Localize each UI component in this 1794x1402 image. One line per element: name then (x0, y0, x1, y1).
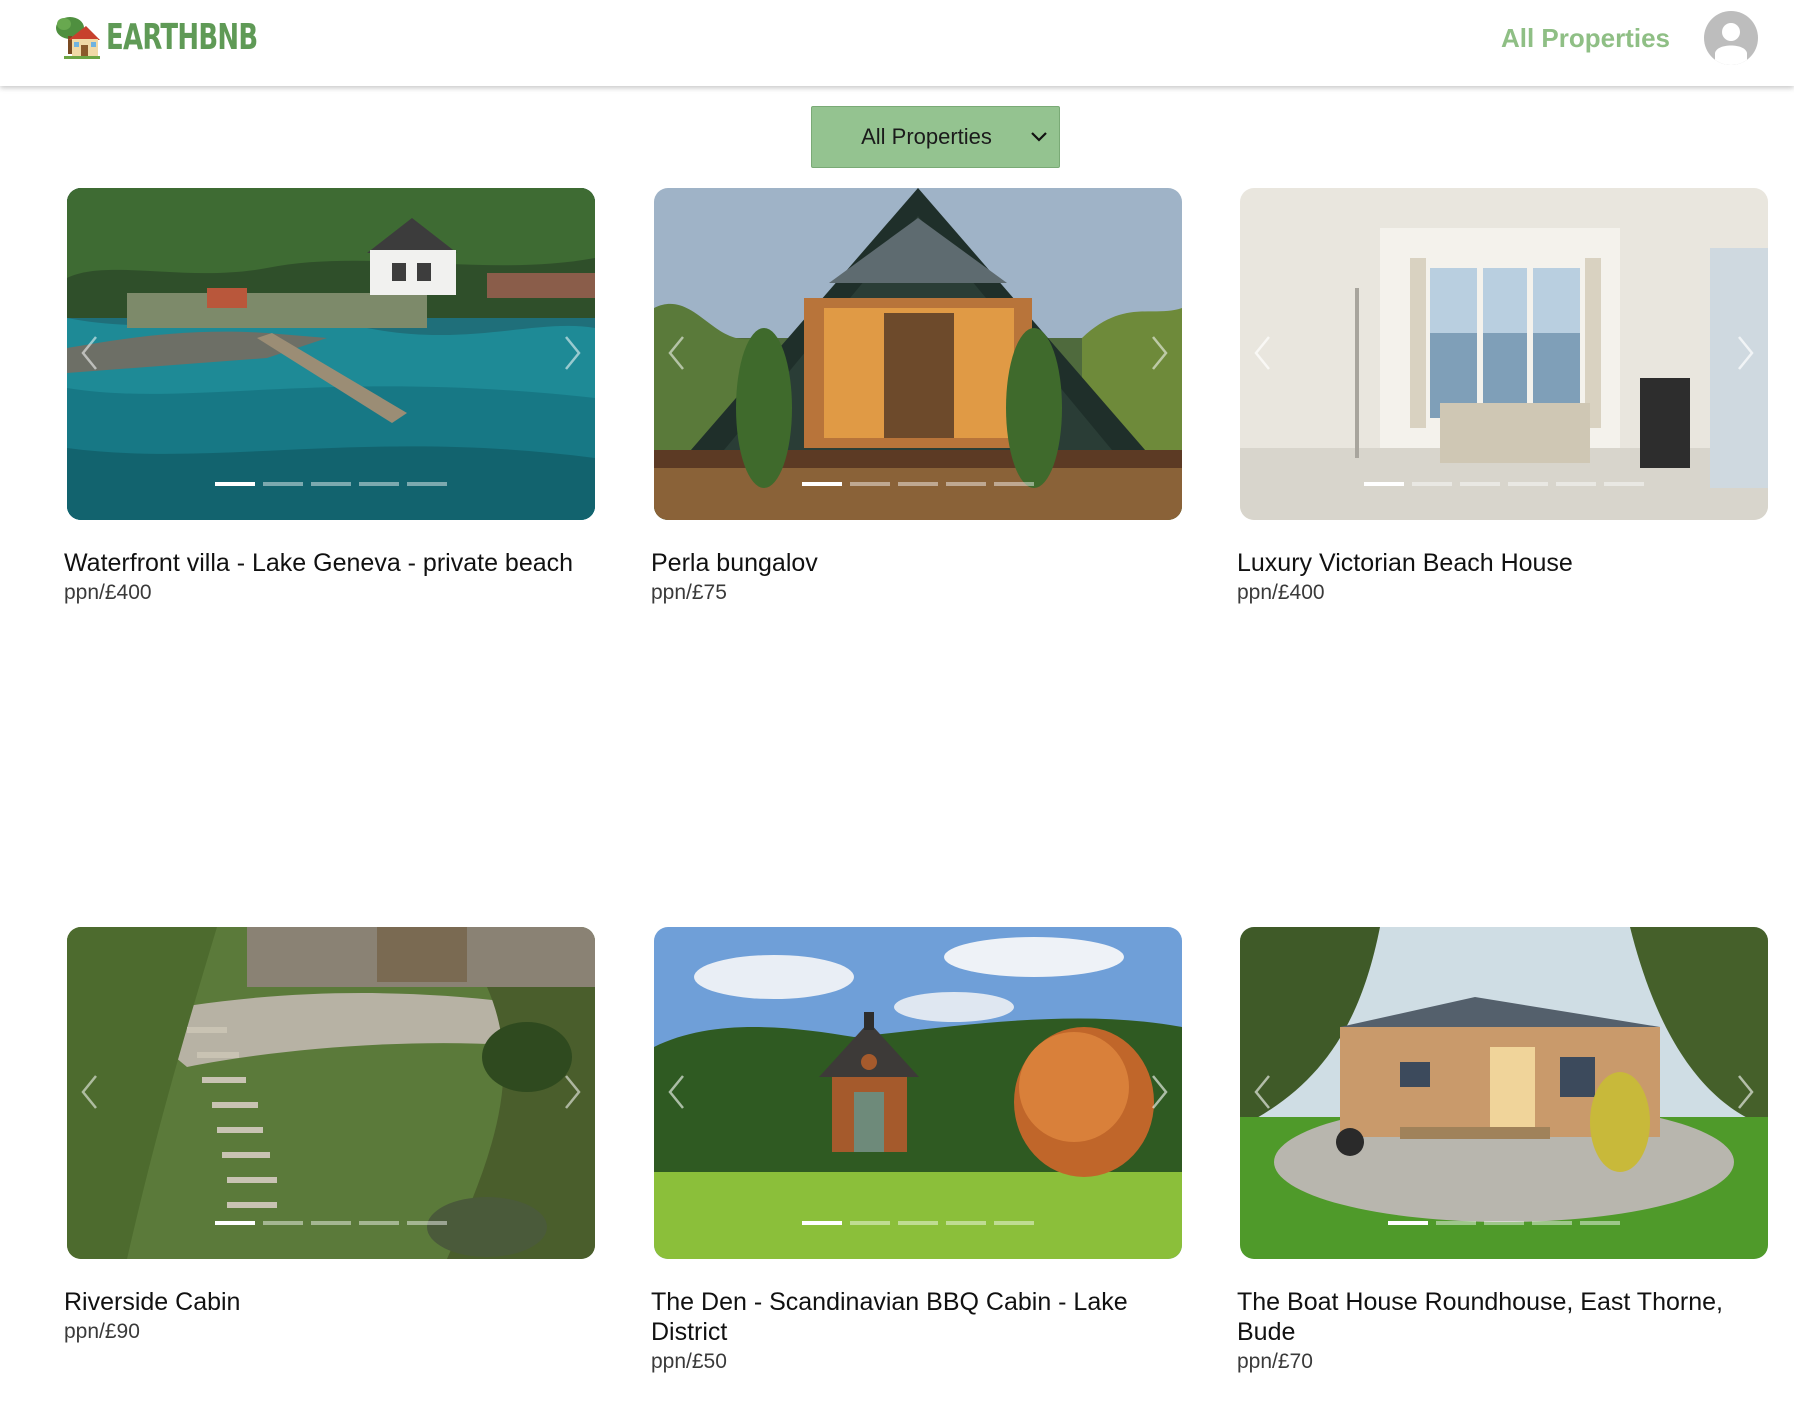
property-photo (67, 188, 595, 520)
carousel-indicators (1240, 1221, 1768, 1225)
property-image-carousel[interactable] (1240, 188, 1768, 520)
carousel-dot[interactable] (1556, 482, 1596, 486)
property-photo (654, 927, 1182, 1259)
chevron-left-icon[interactable] (73, 328, 107, 378)
chevron-down-icon (1019, 131, 1059, 143)
property-price: ppn/£90 (64, 1320, 140, 1343)
chevron-right-icon[interactable] (1728, 328, 1762, 378)
carousel-dot[interactable] (1508, 482, 1548, 486)
property-price: ppn/£400 (64, 581, 152, 604)
property-title[interactable]: Perla bungalov (651, 548, 1182, 578)
carousel-dot[interactable] (994, 482, 1034, 486)
property-image-carousel[interactable] (654, 927, 1182, 1259)
carousel-dot[interactable] (1532, 1221, 1572, 1225)
chevron-left-icon[interactable] (1246, 328, 1280, 378)
chevron-right-icon[interactable] (555, 1067, 589, 1117)
property-image-carousel[interactable] (654, 188, 1182, 520)
carousel-dot[interactable] (1484, 1221, 1524, 1225)
chevron-right-icon[interactable] (1728, 1067, 1762, 1117)
property-card[interactable]: Perla bungalov ppn/£75 (651, 188, 1182, 608)
carousel-indicators (1240, 482, 1768, 486)
property-card[interactable]: Riverside Cabin ppn/£90 (64, 927, 595, 1347)
carousel-dot[interactable] (407, 1221, 447, 1225)
property-card[interactable]: The Den - Scandinavian BBQ Cabin - Lake … (651, 927, 1182, 1377)
carousel-dot[interactable] (311, 1221, 351, 1225)
carousel-dot[interactable] (215, 482, 255, 486)
carousel-dot[interactable] (802, 1221, 842, 1225)
carousel-dot[interactable] (1364, 482, 1404, 486)
chevron-right-icon[interactable] (1142, 1067, 1176, 1117)
carousel-indicators (67, 1221, 595, 1225)
chevron-left-icon[interactable] (73, 1067, 107, 1117)
property-card[interactable]: Luxury Victorian Beach House ppn/£400 (1237, 188, 1768, 608)
property-title[interactable]: Luxury Victorian Beach House (1237, 548, 1768, 578)
carousel-indicators (654, 482, 1182, 486)
carousel-dot[interactable] (946, 482, 986, 486)
property-photo (654, 188, 1182, 520)
carousel-dot[interactable] (850, 1221, 890, 1225)
brand-name: EARTHBNB (106, 16, 258, 58)
property-image-carousel[interactable] (67, 188, 595, 520)
carousel-dot[interactable] (1436, 1221, 1476, 1225)
carousel-dot[interactable] (359, 482, 399, 486)
carousel-dot[interactable] (407, 482, 447, 486)
property-photo (67, 927, 595, 1259)
carousel-dot[interactable] (994, 1221, 1034, 1225)
property-filter-select[interactable]: All Properties (811, 106, 1060, 168)
carousel-dot[interactable] (1460, 482, 1500, 486)
property-photo (1240, 927, 1768, 1259)
chevron-right-icon[interactable] (555, 328, 589, 378)
property-card[interactable]: Waterfront villa - Lake Geneva - private… (64, 188, 595, 608)
house-tree-icon (56, 17, 100, 59)
property-card[interactable]: The Boat House Roundhouse, East Thorne, … (1237, 927, 1768, 1377)
property-title[interactable]: The Boat House Roundhouse, East Thorne, … (1237, 1287, 1768, 1347)
property-price: ppn/£400 (1237, 581, 1325, 604)
property-image-carousel[interactable] (67, 927, 595, 1259)
chevron-left-icon[interactable] (1246, 1067, 1280, 1117)
property-price: ppn/£70 (1237, 1350, 1313, 1373)
carousel-dot[interactable] (215, 1221, 255, 1225)
property-photo (1240, 188, 1768, 520)
nav-all-properties-link[interactable]: All Properties (1501, 23, 1670, 54)
top-navbar: EARTHBNB All Properties (0, 0, 1794, 86)
carousel-dot[interactable] (1604, 482, 1644, 486)
property-price: ppn/£75 (651, 581, 727, 604)
carousel-dot[interactable] (359, 1221, 399, 1225)
property-image-carousel[interactable] (1240, 927, 1768, 1259)
carousel-dot[interactable] (1388, 1221, 1428, 1225)
carousel-dot[interactable] (802, 482, 842, 486)
property-title[interactable]: Waterfront villa - Lake Geneva - private… (64, 548, 595, 578)
carousel-dot[interactable] (946, 1221, 986, 1225)
carousel-dot[interactable] (898, 1221, 938, 1225)
carousel-dot[interactable] (850, 482, 890, 486)
property-title[interactable]: The Den - Scandinavian BBQ Cabin - Lake … (651, 1287, 1182, 1347)
carousel-dot[interactable] (1412, 482, 1452, 486)
property-title[interactable]: Riverside Cabin (64, 1287, 595, 1317)
brand-logo[interactable]: EARTHBNB (54, 14, 316, 60)
chevron-right-icon[interactable] (1142, 328, 1176, 378)
filter-selected-value: All Properties (861, 124, 992, 149)
carousel-dot[interactable] (898, 482, 938, 486)
user-avatar-icon[interactable] (1704, 11, 1758, 65)
carousel-dot[interactable] (311, 482, 351, 486)
carousel-dot[interactable] (263, 482, 303, 486)
carousel-dot[interactable] (263, 1221, 303, 1225)
chevron-left-icon[interactable] (660, 328, 694, 378)
property-price: ppn/£50 (651, 1350, 727, 1373)
chevron-left-icon[interactable] (660, 1067, 694, 1117)
carousel-dot[interactable] (1580, 1221, 1620, 1225)
carousel-indicators (67, 482, 595, 486)
carousel-indicators (654, 1221, 1182, 1225)
